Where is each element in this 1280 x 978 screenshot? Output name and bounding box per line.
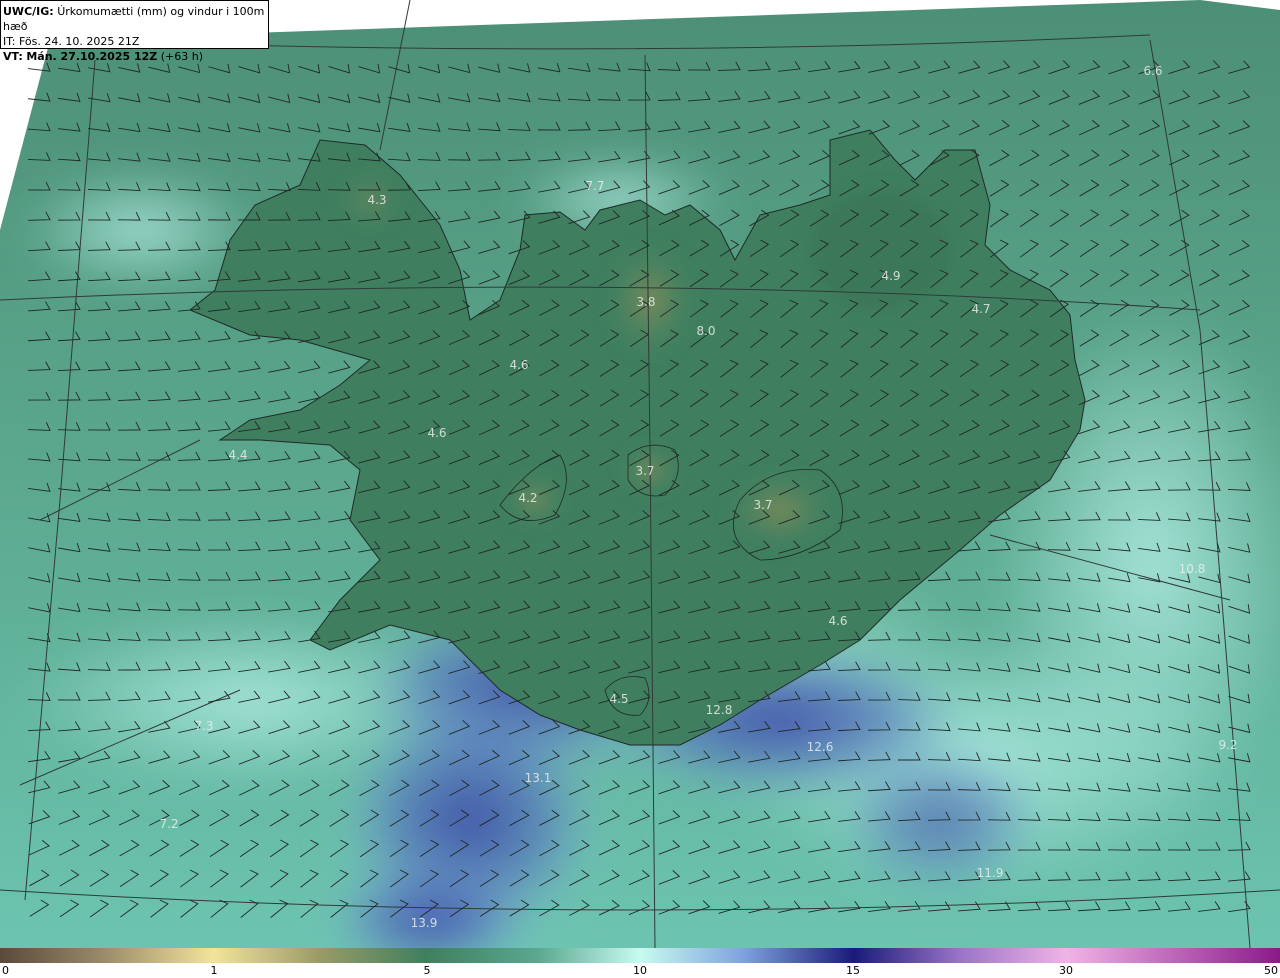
- precip-value-label: 3.7: [635, 464, 654, 478]
- precip-value-label: 4.6: [509, 358, 528, 372]
- colorbar-tick: 15: [846, 964, 860, 977]
- precip-value-label: 11.9: [977, 866, 1004, 880]
- precip-value-label: 4.6: [828, 614, 847, 628]
- precip-value-label: 4.9: [881, 269, 900, 283]
- precip-value-label: 7.3: [194, 719, 213, 733]
- colorbar-tick: 50: [1264, 964, 1278, 977]
- colorbar-tick: 30: [1059, 964, 1073, 977]
- colorbar-tick: 5: [423, 964, 431, 977]
- lead-time: (+63 h): [160, 50, 204, 63]
- valid-label: VT:: [3, 50, 23, 63]
- precip-value-label: 4.3: [367, 193, 386, 207]
- forecast-info-box: UWC/IG: Úrkomumætti (mm) og vindur i 100…: [0, 0, 269, 63]
- colorbar-ticks: 0 1 5 10 15 30 50: [0, 963, 1280, 978]
- precip-value-label: 13.9: [411, 916, 438, 930]
- colorbar-tick: 1: [210, 964, 218, 977]
- precip-value-label: 6.6: [1143, 64, 1162, 78]
- precip-value-label: 4.7: [971, 302, 990, 316]
- precip-value-label: 4.4: [228, 448, 247, 462]
- issue-time: Fös. 24. 10. 2025 21Z: [18, 35, 140, 48]
- precip-value-label: 7.2: [159, 817, 178, 831]
- precip-value-label: 4.6: [427, 426, 446, 440]
- issue-line: IT: Fös. 24. 10. 2025 21Z: [3, 34, 266, 49]
- colorbar-tick: 10: [633, 964, 647, 977]
- colorbar-tick: 0: [2, 964, 9, 977]
- precip-value-label: 7.7: [585, 179, 604, 193]
- precip-value-label: 12.6: [807, 740, 834, 754]
- precip-value-label: 12.8: [706, 703, 733, 717]
- model-label: UWC/IG:: [3, 5, 54, 18]
- valid-time: Mán. 27.10.2025 12Z: [26, 50, 158, 63]
- precip-value-label: 9.2: [1218, 738, 1237, 752]
- colorbar: [0, 948, 1280, 963]
- precip-value-label: 4.2: [518, 491, 537, 505]
- forecast-map: 4.3 7.7 3.8 8.0 4.9 4.7 6.6 4.6 4.6 4.4 4.2 3.7 3.7 4…: [0, 0, 1280, 948]
- precip-value-label: 3.8: [636, 295, 655, 309]
- valid-line: VT: Mán. 27.10.2025 12Z (+63 h): [3, 49, 266, 64]
- precip-value-label: 8.0: [696, 324, 715, 338]
- product-line: UWC/IG: Úrkomumætti (mm) og vindur i 100…: [3, 4, 266, 34]
- precip-value-label: 10.8: [1179, 562, 1206, 576]
- precip-value-label: 13.1: [525, 771, 552, 785]
- precip-value-label: 4.5: [609, 692, 628, 706]
- precip-value-label: 3.7: [753, 498, 772, 512]
- issue-label: IT:: [3, 35, 16, 48]
